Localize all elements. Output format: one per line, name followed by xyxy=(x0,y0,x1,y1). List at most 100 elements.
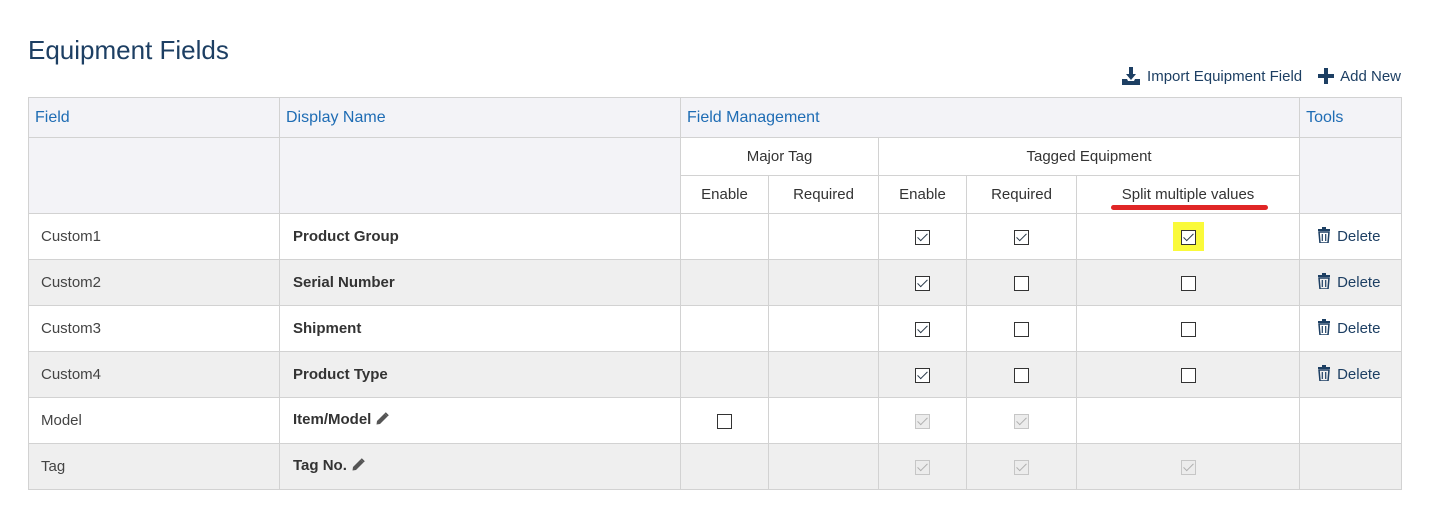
display-name: Product Type xyxy=(293,366,388,383)
column-header-field-management[interactable]: Field Management xyxy=(679,97,1301,138)
display-name-cell: Shipment xyxy=(279,305,681,352)
trash-icon xyxy=(1317,272,1331,293)
field-name-cell: Model xyxy=(28,397,280,444)
delete-button[interactable]: Delete xyxy=(1317,226,1381,247)
tagged-required-cell xyxy=(966,305,1077,352)
field-name: Custom3 xyxy=(41,320,102,337)
tagged-required-cell xyxy=(966,351,1077,398)
display-name-cell: Serial Number xyxy=(279,259,681,306)
tools-cell: Delete xyxy=(1299,259,1403,306)
tagged-enable-checkbox xyxy=(915,413,930,429)
split-multiple-values-checkbox[interactable] xyxy=(1180,367,1196,383)
pencil-icon[interactable] xyxy=(351,457,365,476)
field-name: Custom4 xyxy=(41,366,102,383)
major-tag-enable-checkbox[interactable] xyxy=(717,413,732,429)
subheader-blank-field xyxy=(28,137,280,214)
page-title: Equipment Fields xyxy=(28,35,229,66)
tagged-enable-checkbox[interactable] xyxy=(915,367,930,383)
major-tag-enable-cell xyxy=(680,259,769,306)
column-header-display-name[interactable]: Display Name xyxy=(279,97,681,138)
tagged-enable-checkbox xyxy=(915,459,930,475)
field-name-cell: Tag xyxy=(28,443,280,490)
delete-button[interactable]: Delete xyxy=(1317,318,1380,339)
tagged-required-checkbox[interactable] xyxy=(1014,229,1029,245)
tagged-required-cell xyxy=(966,259,1077,306)
split-multiple-values-checkbox[interactable] xyxy=(1180,321,1196,337)
tagged-required-cell xyxy=(966,213,1077,260)
equipment-fields-table: Field Display Name Field Management Tool… xyxy=(28,97,1403,490)
display-name: Item/Model xyxy=(293,411,372,429)
table-row: Custom3 Shipment Delete xyxy=(28,305,1403,352)
major-tag-enable-cell xyxy=(680,397,769,444)
table-row: Custom2 Serial Number Delete xyxy=(28,259,1403,306)
major-tag-required-cell xyxy=(768,397,879,444)
subheader-blank-tools xyxy=(1299,137,1403,214)
table-row: Custom4 Product Type Delete xyxy=(28,351,1403,398)
pencil-icon[interactable] xyxy=(375,411,390,430)
tagged-required-checkbox xyxy=(1014,413,1029,429)
group-header-tagged-equipment: Tagged Equipment xyxy=(877,137,1301,176)
delete-button[interactable]: Delete xyxy=(1317,272,1381,293)
table-row: Tag Tag No. xyxy=(28,443,1403,490)
tagged-enable-cell xyxy=(878,443,967,490)
major-tag-required-cell xyxy=(768,305,879,352)
split-multiple-values-checkbox xyxy=(1180,459,1196,475)
split-multiple-values-cell xyxy=(1075,259,1301,306)
table-row: Custom1 Product Group Delete xyxy=(28,213,1403,260)
tagged-enable-cell xyxy=(878,351,967,398)
subheader-blank-display xyxy=(279,137,681,214)
tagged-enable-checkbox[interactable] xyxy=(915,229,930,245)
tools-cell: Delete xyxy=(1299,305,1403,352)
major-tag-enable-cell xyxy=(680,443,769,490)
highlight-marker xyxy=(1172,222,1204,251)
major-tag-required-cell xyxy=(768,443,879,490)
display-name: Product Group xyxy=(293,228,399,245)
display-name: Shipment xyxy=(293,320,362,337)
field-name-cell: Custom1 xyxy=(28,213,280,260)
tagged-required-cell xyxy=(966,443,1077,490)
table-row: Model Item/Model xyxy=(28,397,1403,444)
trash-icon xyxy=(1317,226,1331,247)
add-new-button[interactable]: Add New xyxy=(1318,68,1401,85)
tagged-required-checkbox[interactable] xyxy=(1014,367,1029,383)
field-name: Model xyxy=(41,412,82,429)
column-header-field[interactable]: Field xyxy=(28,97,280,138)
import-equipment-field-label: Import Equipment Field xyxy=(1147,67,1303,85)
subheader-major-tag-enable: Enable xyxy=(680,175,769,214)
display-name-cell: Tag No. xyxy=(279,443,681,490)
field-name: Tag xyxy=(41,458,66,475)
split-multiple-values-checkbox[interactable] xyxy=(1180,275,1196,291)
tools-cell xyxy=(1299,397,1403,444)
import-equipment-field-button[interactable]: Import Equipment Field xyxy=(1121,66,1302,86)
tagged-enable-checkbox[interactable] xyxy=(915,275,930,291)
split-multiple-values-cell xyxy=(1075,213,1301,260)
tagged-required-checkbox[interactable] xyxy=(1014,321,1029,337)
split-multiple-values-checkbox[interactable] xyxy=(1180,229,1196,245)
delete-label: Delete xyxy=(1337,366,1381,383)
group-header-major-tag: Major Tag xyxy=(680,137,879,176)
field-name: Custom2 xyxy=(41,274,102,291)
subheader-tagged-required: Required xyxy=(966,175,1077,214)
major-tag-enable-cell xyxy=(680,351,769,398)
tagged-enable-cell xyxy=(878,213,967,260)
trash-icon xyxy=(1317,364,1331,385)
split-multiple-values-cell xyxy=(1075,397,1301,444)
delete-label: Delete xyxy=(1337,274,1381,291)
display-name-cell: Product Group xyxy=(279,213,681,260)
delete-button[interactable]: Delete xyxy=(1317,364,1381,385)
split-multiple-values-cell xyxy=(1075,351,1301,398)
delete-label: Delete xyxy=(1337,228,1381,245)
tools-cell: Delete xyxy=(1299,213,1403,260)
split-multiple-values-cell xyxy=(1075,305,1301,352)
tools-cell xyxy=(1299,443,1403,490)
display-name-cell: Product Type xyxy=(279,351,681,398)
tagged-enable-cell xyxy=(878,305,967,352)
tagged-required-checkbox[interactable] xyxy=(1014,275,1029,291)
major-tag-enable-cell xyxy=(680,213,769,260)
red-underline-annotation xyxy=(1111,205,1268,210)
column-header-tools[interactable]: Tools xyxy=(1299,97,1403,138)
field-name-cell: Custom4 xyxy=(28,351,280,398)
major-tag-required-cell xyxy=(768,213,879,260)
tagged-enable-checkbox[interactable] xyxy=(915,321,930,337)
field-name-cell: Custom3 xyxy=(28,305,280,352)
